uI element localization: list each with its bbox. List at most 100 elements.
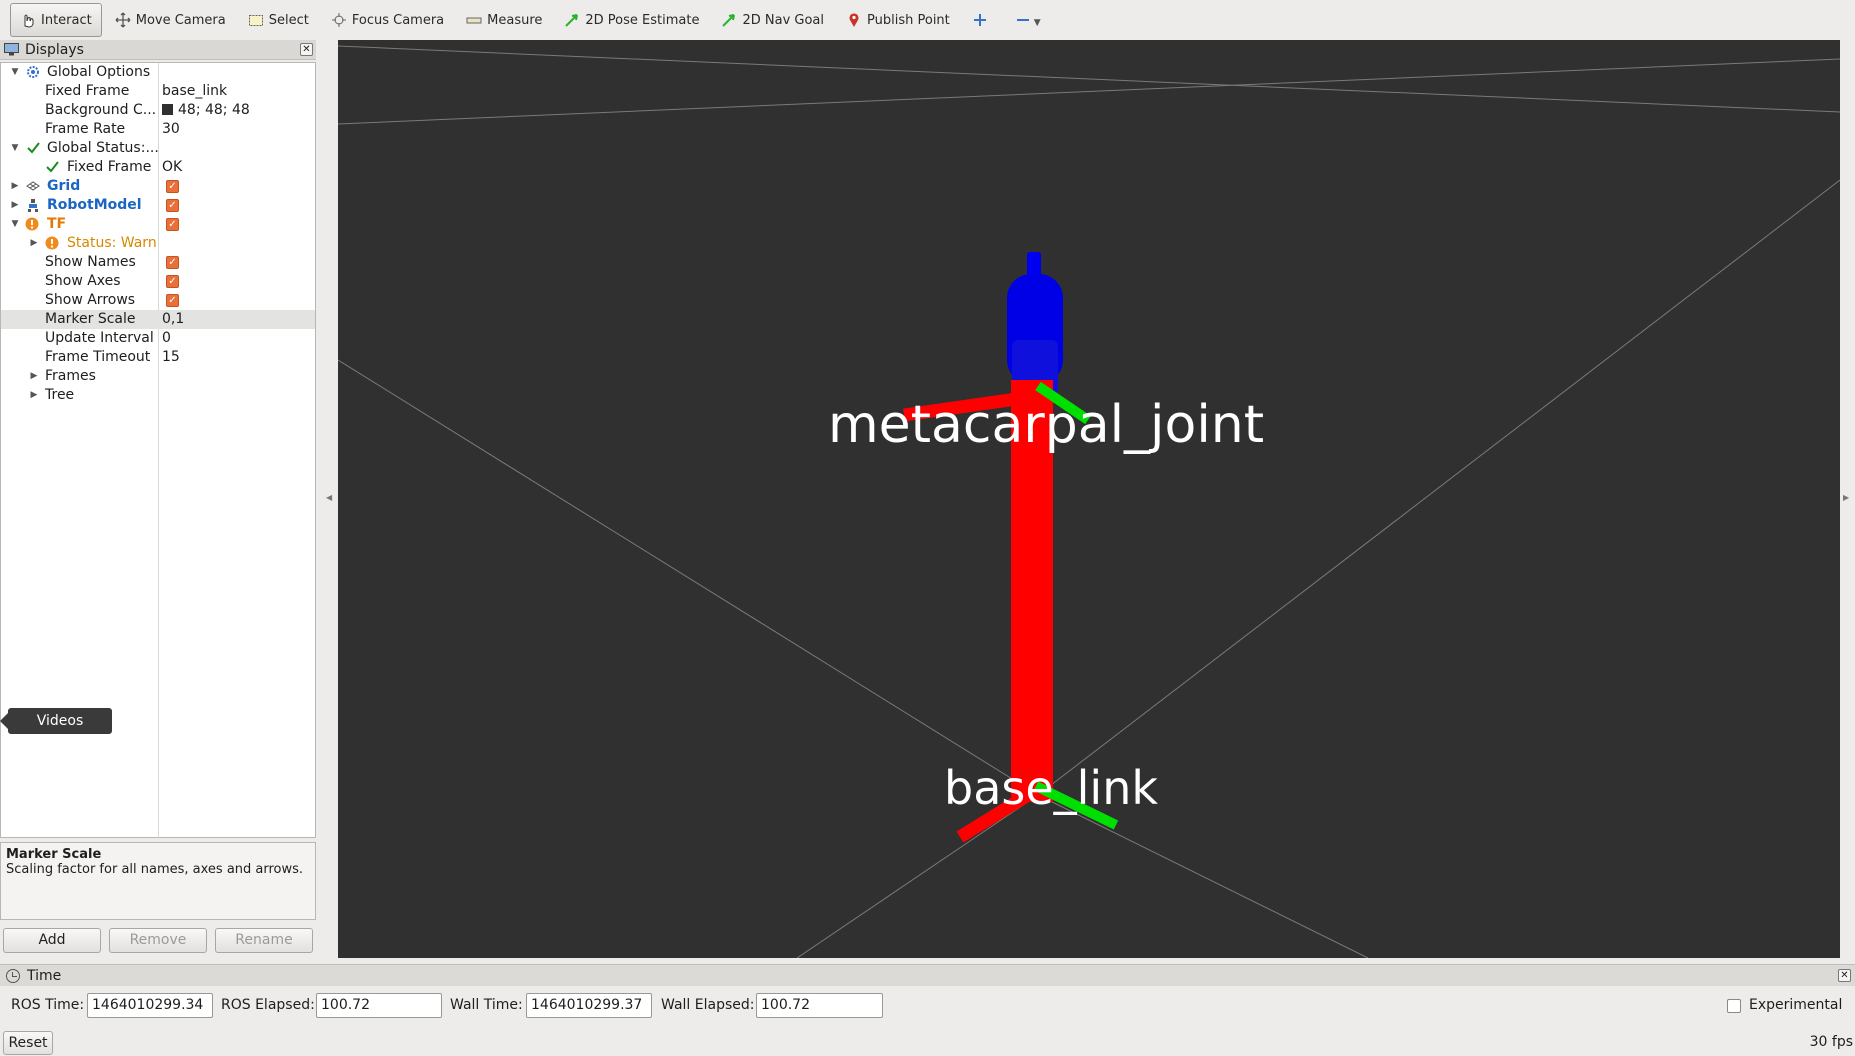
marker-scale-value[interactable]: 0,1 — [162, 310, 184, 329]
add-tool-button[interactable] — [963, 3, 1002, 37]
wall-elapsed-label: Wall Elapsed: — [661, 997, 755, 1013]
2d-pose-estimate-label: 2D Pose Estimate — [585, 12, 700, 28]
tree-row-background-color[interactable]: Background C... 48; 48; 48 — [1, 101, 315, 120]
time-panel: ROS Time: 1464010299.34 ROS Elapsed: 100… — [0, 990, 1855, 1020]
fixed-frame-status-value: OK — [162, 159, 183, 175]
expand-arrow-icon[interactable]: ▼ — [10, 63, 20, 82]
focus-camera-tool-button[interactable]: Focus Camera — [322, 3, 453, 37]
expand-arrow-icon[interactable]: ▶ — [10, 177, 20, 196]
tree-row-fixed-frame[interactable]: Fixed Frame base_link — [1, 82, 315, 101]
add-display-button[interactable]: Add — [3, 928, 101, 953]
tree-row-label: Frames — [45, 368, 96, 384]
status-bar: Reset 30 fps — [0, 1030, 1855, 1056]
rename-display-button[interactable]: Rename — [215, 928, 313, 953]
publish-point-tool-button[interactable]: Publish Point — [837, 3, 959, 37]
tree-row-tree[interactable]: ▶ Tree — [1, 386, 315, 405]
monitor-icon — [4, 43, 19, 56]
collapse-right-handle[interactable]: ▶ — [1843, 493, 1849, 502]
videos-tooltip: Videos — [0, 708, 112, 734]
expand-arrow-icon[interactable]: ▶ — [29, 367, 39, 386]
tree-row-label: Show Axes — [45, 273, 121, 289]
2d-pose-estimate-tool-button[interactable]: 2D Pose Estimate — [555, 3, 708, 37]
background-color-value[interactable]: 48; 48; 48 — [162, 101, 250, 120]
robot-model-checkbox[interactable]: ✓ — [166, 199, 179, 212]
warning-icon — [45, 236, 59, 250]
green-arrow-icon — [564, 12, 580, 28]
displays-header: Displays ✕ — [0, 40, 316, 60]
tree-row-label: Fixed Frame — [67, 159, 152, 175]
tree-row-label: Background C... — [45, 102, 157, 118]
show-names-checkbox[interactable]: ✓ — [166, 256, 179, 269]
wall-time-field[interactable]: 1464010299.37 — [526, 993, 652, 1018]
tree-row-label: Global Options — [47, 64, 151, 80]
tf-checkbox[interactable]: ✓ — [166, 218, 179, 231]
tree-row-frame-rate[interactable]: Frame Rate 30 — [1, 120, 315, 139]
update-interval-value[interactable]: 0 — [162, 329, 171, 348]
wall-elapsed-field[interactable]: 100.72 — [756, 993, 883, 1018]
remove-tool-menu-button[interactable]: ▼ — [1006, 3, 1050, 37]
tree-row-global-status[interactable]: ▼ Global Status:... — [1, 139, 315, 158]
grid-icon — [26, 179, 40, 193]
move-camera-tool-button[interactable]: Move Camera — [106, 3, 235, 37]
ruler-icon — [466, 12, 482, 28]
toolbar: Interact Move Camera Select Focus Camera… — [0, 0, 1855, 40]
robot-link-model — [1007, 252, 1063, 395]
tree-row-tf[interactable]: ▼ TF ✓ — [1, 215, 315, 234]
robot-icon — [26, 198, 40, 212]
focus-camera-label: Focus Camera — [351, 12, 445, 28]
select-box-icon — [248, 12, 264, 28]
reset-button[interactable]: Reset — [3, 1031, 53, 1055]
checkmark-icon — [45, 160, 59, 174]
tree-row-label: Frame Timeout — [45, 349, 151, 365]
tree-row-frame-timeout[interactable]: Frame Timeout 15 — [1, 348, 315, 367]
tree-row-update-interval[interactable]: Update Interval 0 — [1, 329, 315, 348]
tree-row-show-arrows[interactable]: Show Arrows ✓ — [1, 291, 315, 310]
tree-row-show-axes[interactable]: Show Axes ✓ — [1, 272, 315, 291]
tree-row-label: Show Names — [45, 254, 136, 270]
remove-display-button[interactable]: Remove — [109, 928, 207, 953]
tree-row-robot-model[interactable]: ▶ RobotModel ✓ — [1, 196, 315, 215]
time-panel-header: Time ✕ — [0, 964, 1855, 986]
close-icon[interactable]: ✕ — [1838, 969, 1851, 982]
tree-row-label: Marker Scale — [45, 311, 136, 327]
wall-time-label: Wall Time: — [450, 997, 523, 1013]
move-arrows-icon — [115, 12, 131, 28]
collapse-left-handle[interactable]: ◀ — [326, 493, 332, 502]
show-axes-checkbox[interactable]: ✓ — [166, 275, 179, 288]
ros-time-field[interactable]: 1464010299.34 — [87, 993, 213, 1018]
tree-row-tf-status[interactable]: ▶ Status: Warn — [1, 234, 315, 253]
2d-nav-goal-tool-button[interactable]: 2D Nav Goal — [712, 3, 833, 37]
tree-row-fixed-frame-status[interactable]: Fixed Frame OK — [1, 158, 315, 177]
close-icon[interactable]: ✕ — [300, 43, 313, 56]
warning-icon — [25, 217, 39, 231]
3d-viewport[interactable]: metacarpal_joint base_link — [338, 40, 1840, 958]
tree-row-grid[interactable]: ▶ Grid ✓ — [1, 177, 315, 196]
grid-lines — [338, 45, 1840, 958]
ros-time-label: ROS Time: — [11, 997, 85, 1013]
tree-row-marker-scale[interactable]: Marker Scale 0,1 — [1, 310, 315, 329]
measure-tool-button[interactable]: Measure — [457, 3, 551, 37]
interact-tool-button[interactable]: Interact — [10, 3, 102, 37]
expand-arrow-icon[interactable]: ▶ — [29, 234, 39, 253]
tree-row-global-options[interactable]: ▼ Global Options — [1, 63, 315, 82]
ros-elapsed-field[interactable]: 100.72 — [316, 993, 442, 1018]
select-tool-button[interactable]: Select — [239, 3, 318, 37]
gear-icon — [26, 65, 40, 79]
expand-arrow-icon[interactable]: ▶ — [10, 196, 20, 215]
expand-arrow-icon[interactable]: ▼ — [10, 215, 20, 234]
frame-rate-value[interactable]: 30 — [162, 120, 180, 139]
tree-row-show-names[interactable]: Show Names ✓ — [1, 253, 315, 272]
frame-timeout-value[interactable]: 15 — [162, 348, 180, 367]
expand-arrow-icon[interactable]: ▶ — [29, 386, 39, 405]
fps-readout: 30 fps — [1809, 1034, 1853, 1050]
grid-checkbox[interactable]: ✓ — [166, 180, 179, 193]
tree-row-label: Show Arrows — [45, 292, 136, 308]
tree-row-frames[interactable]: ▶ Frames — [1, 367, 315, 386]
experimental-checkbox[interactable] — [1727, 999, 1741, 1013]
show-arrows-checkbox[interactable]: ✓ — [166, 294, 179, 307]
fixed-frame-value[interactable]: base_link — [162, 82, 227, 101]
background-color-text: 48; 48; 48 — [178, 102, 250, 118]
expand-arrow-icon[interactable]: ▼ — [10, 139, 20, 158]
move-camera-label: Move Camera — [135, 12, 226, 28]
map-pin-icon — [846, 12, 862, 28]
